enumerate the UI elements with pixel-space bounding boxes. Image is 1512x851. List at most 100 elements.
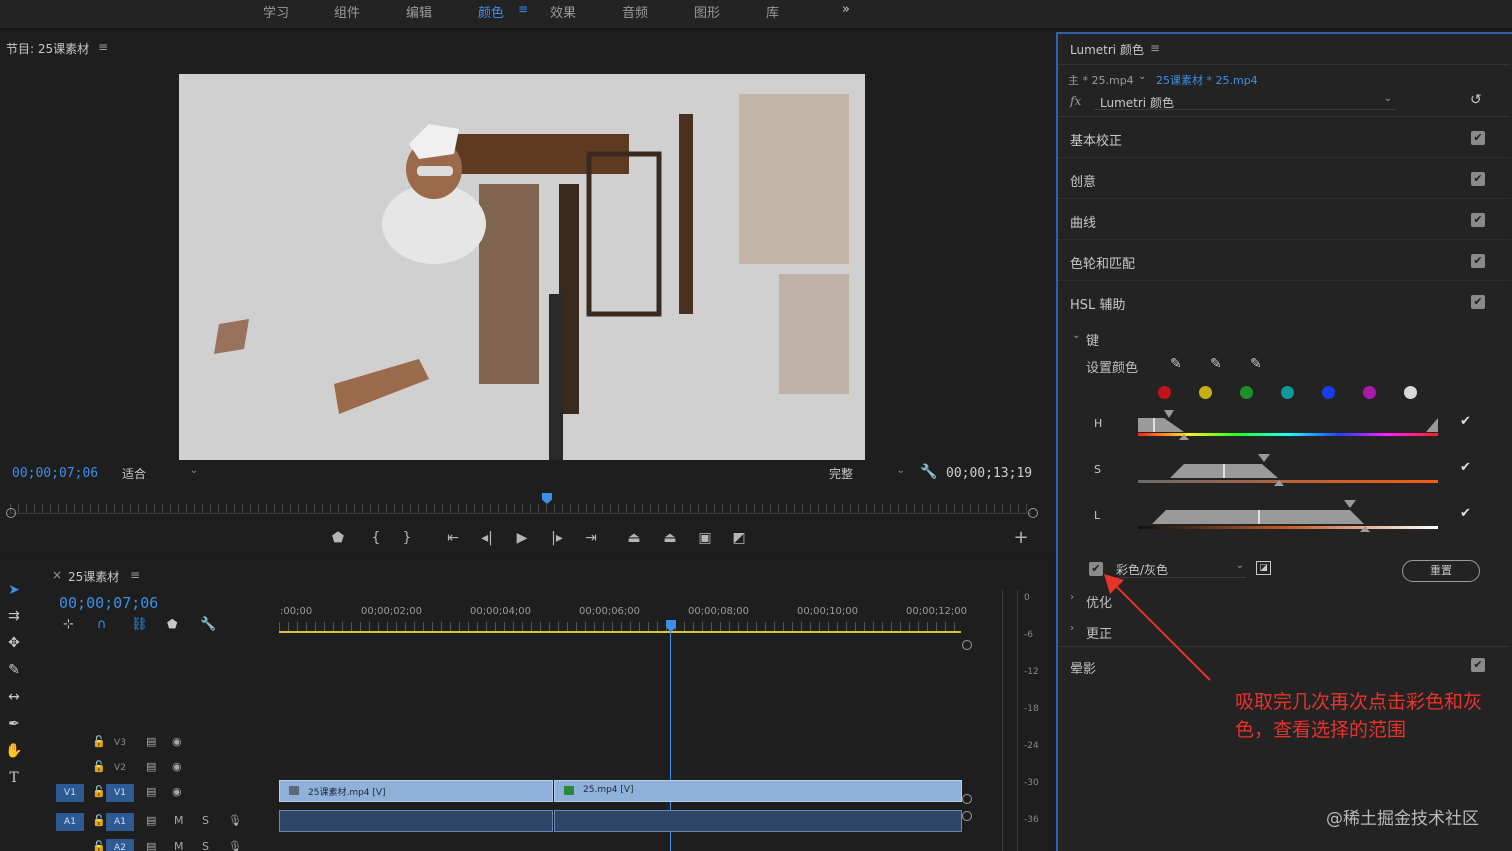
section-curves[interactable]: 曲线 ✔ bbox=[1058, 200, 1510, 240]
invert-mask-icon[interactable]: ◪ bbox=[1256, 561, 1271, 575]
chevron-down-icon[interactable]: ⌄ bbox=[1138, 71, 1146, 82]
source-patch-a1[interactable]: A1 bbox=[56, 813, 84, 831]
ripple-edit-tool-icon[interactable]: ✥ bbox=[4, 635, 24, 655]
program-monitor-title[interactable]: 节目: 25课素材 bbox=[6, 40, 89, 57]
workspace-tab-audio[interactable]: 音频 bbox=[622, 2, 648, 21]
track-target-v2[interactable]: V2 bbox=[106, 759, 134, 777]
audio-clip[interactable] bbox=[279, 810, 553, 832]
lock-icon[interactable]: 🔓 bbox=[92, 814, 106, 827]
sync-lock-icon[interactable]: ▤ bbox=[146, 735, 156, 748]
reset-button[interactable]: 重置 bbox=[1402, 560, 1480, 582]
lumetri-panel-title[interactable]: Lumetri 颜色 bbox=[1070, 41, 1144, 58]
wrench-icon[interactable]: 🔧 bbox=[920, 464, 937, 480]
snap-magnet-icon[interactable]: ∩ bbox=[97, 617, 107, 632]
eye-icon[interactable]: ◉ bbox=[172, 735, 182, 748]
chevron-right-icon[interactable]: › bbox=[1070, 592, 1074, 603]
preset-color-swatch[interactable] bbox=[1281, 386, 1294, 399]
luminance-enable-checkmark[interactable]: ✔ bbox=[1460, 506, 1471, 521]
workspace-tab-graphics[interactable]: 图形 bbox=[694, 2, 720, 21]
audio-clip[interactable] bbox=[554, 810, 962, 832]
comparison-view-icon[interactable]: ◩ bbox=[729, 531, 749, 545]
add-marker-icon[interactable]: ⬟ bbox=[167, 617, 177, 631]
hue-enable-checkmark[interactable]: ✔ bbox=[1460, 414, 1471, 429]
preset-color-swatch[interactable] bbox=[1363, 386, 1376, 399]
panel-menu-icon[interactable]: ≡ bbox=[130, 568, 140, 582]
lock-icon[interactable]: 🔓 bbox=[92, 760, 106, 773]
chevron-right-icon[interactable]: › bbox=[1070, 623, 1074, 634]
go-to-out-icon[interactable]: ⇥ bbox=[581, 531, 601, 545]
workspace-tab-editing[interactable]: 编辑 bbox=[406, 2, 432, 21]
program-current-timecode[interactable]: 00;00;07;06 bbox=[12, 466, 98, 481]
preset-color-swatch[interactable] bbox=[1240, 386, 1253, 399]
go-to-in-icon[interactable]: ⇤ bbox=[443, 531, 463, 545]
preset-color-swatch[interactable] bbox=[1158, 386, 1171, 399]
luminance-range-slider[interactable] bbox=[1138, 500, 1442, 532]
preset-color-swatch[interactable] bbox=[1322, 386, 1335, 399]
add-button-icon[interactable]: + bbox=[1011, 529, 1031, 547]
sync-lock-icon[interactable]: ▤ bbox=[146, 814, 156, 827]
razor-tool-icon[interactable]: ✎ bbox=[4, 662, 24, 682]
source-patch-v1[interactable]: V1 bbox=[56, 784, 84, 802]
vignette-section-label[interactable]: 晕影 bbox=[1070, 658, 1096, 677]
chevron-down-icon[interactable]: ⌄ bbox=[1072, 330, 1080, 341]
video-clip[interactable]: 25课素材.mp4 [V] bbox=[279, 780, 553, 802]
panel-menu-icon[interactable]: ≡ bbox=[1150, 41, 1160, 55]
slip-tool-icon[interactable]: ↔ bbox=[4, 689, 24, 709]
zoom-scroll-end-handle[interactable] bbox=[1028, 508, 1038, 518]
eyedropper-icon[interactable]: ✎ bbox=[1170, 356, 1182, 372]
close-tab-icon[interactable]: × bbox=[52, 568, 62, 582]
section-hsl-secondary[interactable]: HSL 辅助 ✔ bbox=[1058, 282, 1510, 322]
microphone-icon[interactable]: 🎙 bbox=[228, 814, 242, 827]
mute-button[interactable]: M bbox=[174, 814, 184, 827]
pen-tool-icon[interactable]: ✒ bbox=[4, 716, 24, 736]
track-target-a2[interactable]: A2 bbox=[106, 839, 134, 851]
linked-selection-icon[interactable]: ⛓ bbox=[131, 617, 148, 632]
sync-lock-icon[interactable]: ▤ bbox=[146, 840, 156, 851]
section-enable-checkbox[interactable]: ✔ bbox=[1471, 295, 1485, 309]
workspace-menu-icon[interactable]: ≡ bbox=[518, 2, 528, 16]
step-forward-icon[interactable]: |▸ bbox=[547, 531, 567, 545]
eye-icon[interactable]: ◉ bbox=[172, 760, 182, 773]
track-target-v1[interactable]: V1 bbox=[106, 784, 134, 802]
mute-button[interactable]: M bbox=[174, 840, 184, 851]
mark-out-icon[interactable]: } bbox=[397, 531, 417, 545]
saturation-range-slider[interactable] bbox=[1138, 454, 1442, 486]
play-icon[interactable]: ▶ bbox=[512, 531, 532, 545]
timeline-current-timecode[interactable]: 00;00;07;06 bbox=[59, 594, 158, 612]
workspace-tab-effects[interactable]: 效果 bbox=[550, 2, 576, 21]
sync-lock-icon[interactable]: ▤ bbox=[146, 760, 156, 773]
section-creative[interactable]: 创意 ✔ bbox=[1058, 159, 1510, 199]
timeline-tab-title[interactable]: 25课素材 bbox=[68, 568, 119, 585]
program-time-ruler[interactable] bbox=[10, 504, 1032, 514]
solo-button[interactable]: S bbox=[202, 840, 209, 851]
vertical-scroll-handle[interactable] bbox=[962, 794, 972, 804]
effect-instance-select[interactable]: Lumetri 颜色 ⌄ bbox=[1094, 92, 1396, 110]
step-back-icon[interactable]: ◂| bbox=[477, 531, 497, 545]
sync-lock-icon[interactable]: ▤ bbox=[146, 785, 156, 798]
workspace-overflow-button[interactable]: » bbox=[842, 2, 850, 17]
workspace-tab-color[interactable]: 颜色 bbox=[478, 2, 504, 21]
saturation-enable-checkmark[interactable]: ✔ bbox=[1460, 460, 1471, 475]
add-marker-icon[interactable]: ⬟ bbox=[328, 531, 348, 545]
preset-color-swatch[interactable] bbox=[1199, 386, 1212, 399]
track-select-tool-icon[interactable]: ⇉ bbox=[4, 608, 24, 628]
workspace-tab-learn[interactable]: 学习 bbox=[263, 2, 289, 21]
eyedropper-add-icon[interactable]: ✎ bbox=[1210, 356, 1222, 372]
lock-icon[interactable]: 🔓 bbox=[92, 735, 106, 748]
extract-icon[interactable]: ⏏ bbox=[660, 531, 680, 545]
video-clip[interactable]: 25.mp4 [V] bbox=[554, 780, 962, 802]
lift-icon[interactable]: ⏏ bbox=[624, 531, 644, 545]
selection-tool-icon[interactable]: ➤ bbox=[4, 582, 24, 602]
track-target-v3[interactable]: V3 bbox=[106, 734, 134, 752]
microphone-icon[interactable]: 🎙 bbox=[228, 840, 242, 851]
track-target-a1[interactable]: A1 bbox=[106, 813, 134, 831]
section-enable-checkbox[interactable]: ✔ bbox=[1471, 254, 1485, 268]
program-playhead[interactable] bbox=[542, 493, 552, 504]
insert-nest-icon[interactable]: ⊹ bbox=[63, 617, 74, 632]
section-enable-checkbox[interactable]: ✔ bbox=[1471, 172, 1485, 186]
mark-in-icon[interactable]: { bbox=[366, 531, 386, 545]
solo-button[interactable]: S bbox=[202, 814, 209, 827]
lock-icon[interactable]: 🔓 bbox=[92, 785, 106, 798]
playback-quality-select[interactable]: 完整 ⌄ bbox=[829, 465, 905, 483]
workspace-tab-assembly[interactable]: 组件 bbox=[334, 2, 360, 21]
